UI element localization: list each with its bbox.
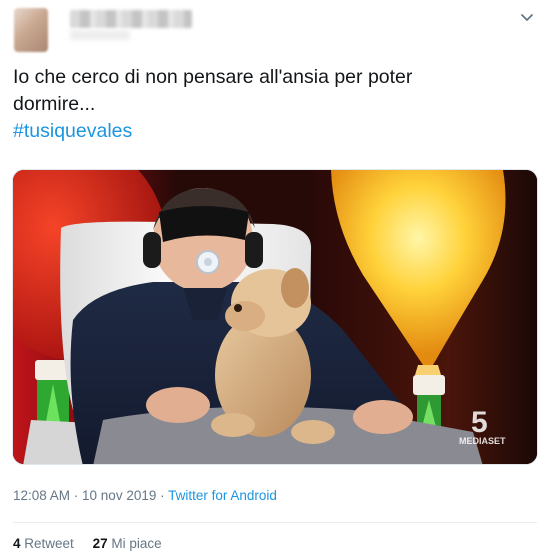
tweet-text: Io che cerco di non pensare all'ansia pe… (13, 64, 533, 145)
retweet-stat[interactable]: 4 Retweet (13, 536, 74, 551)
author-handle-redacted (70, 30, 130, 40)
tweet-text-line-1: Io che cerco di non pensare all'ansia pe… (13, 66, 413, 88)
like-stat[interactable]: 27 Mi piace (93, 536, 162, 551)
like-count: 27 (92, 536, 108, 551)
avatar[interactable] (14, 8, 48, 52)
author-name-redacted[interactable] (70, 10, 192, 28)
retweet-count: 4 (13, 536, 21, 551)
tweet-metadata: 12:08 AM · 10 nov 2019 · Twitter for And… (13, 488, 277, 503)
tweet-source-link[interactable]: Twitter for Android (168, 488, 277, 503)
mediaset-logo-number: 5 (471, 406, 488, 439)
tweet-stats: 4 Retweet 27 Mi piace (13, 536, 177, 551)
hashtag-link[interactable]: #tusiquevales (13, 118, 533, 145)
retweet-label: Retweet (24, 536, 74, 551)
tweet-timestamp[interactable]: 12:08 AM · 10 nov 2019 · (13, 488, 168, 503)
like-label: Mi piace (111, 536, 162, 551)
tweet-header (0, 0, 550, 58)
tv-show-photo: 5 MEDIASET (13, 170, 537, 464)
tweet-media-image[interactable]: 5 MEDIASET (12, 169, 538, 465)
mediaset-logo-text: MEDIASET (459, 436, 506, 446)
chevron-down-icon[interactable] (519, 9, 535, 25)
divider (13, 522, 537, 523)
tweet-text-line-2: dormire... (13, 93, 96, 115)
